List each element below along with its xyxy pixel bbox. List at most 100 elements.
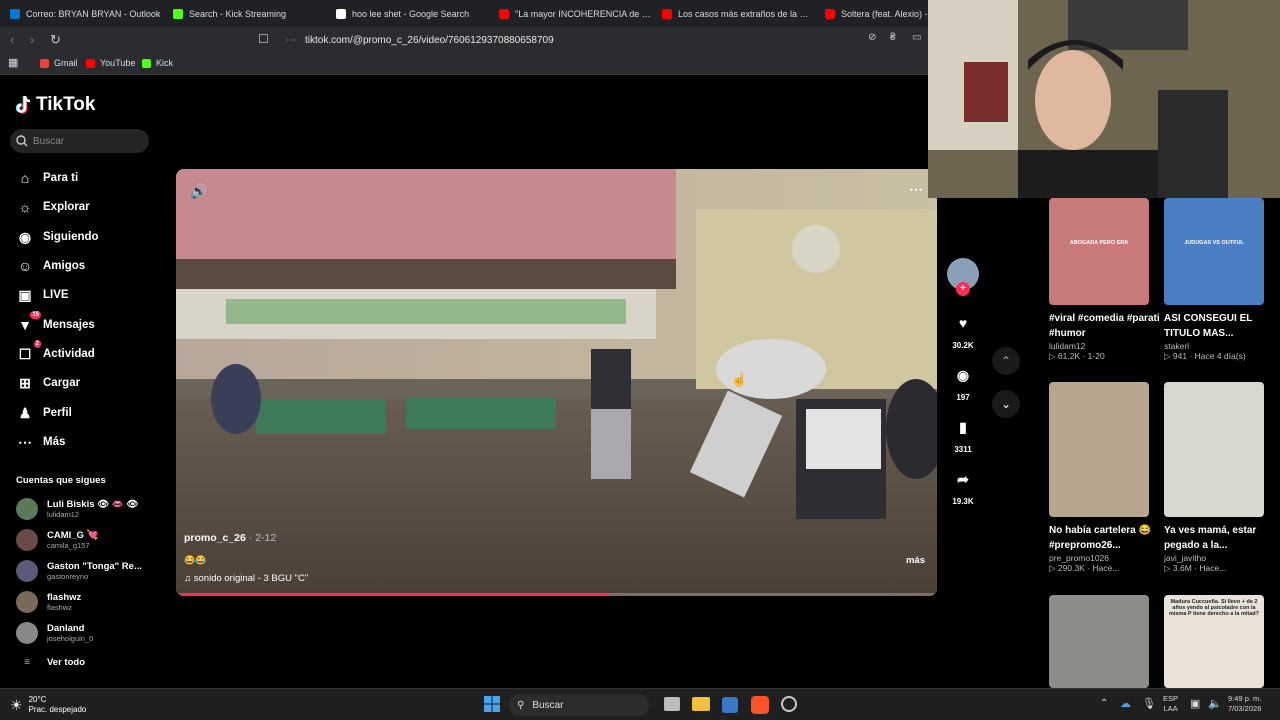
translate-icon[interactable]: ₴ xyxy=(890,32,896,43)
following-name: CAMI_G 💘 xyxy=(47,530,99,541)
browser-tab[interactable]: hoo lee shet - Google Search xyxy=(326,0,489,27)
clock-date: 7/03/2026 xyxy=(1228,704,1262,713)
recommendation-user[interactable]: lulidam12 xyxy=(1049,341,1161,351)
following-name: Gaston "Tonga" Re... xyxy=(47,561,142,572)
video-thumbnail[interactable] xyxy=(1164,382,1264,517)
weather-status: Prac. despejado xyxy=(28,705,87,714)
recommended-video[interactable]: JUDUGAS VS OUTFUL ASI CONSEGUI EL TITULO … xyxy=(1164,198,1276,362)
nav-item-more[interactable]: ⋯ Más xyxy=(16,433,65,451)
video-thumbnail[interactable]: Madura Cuccuefia. Si llevo + de 2 años y… xyxy=(1164,595,1264,688)
video-thumbnail[interactable]: ABOGADA PERO ERA xyxy=(1049,198,1149,305)
nav-item-live[interactable]: ▣ LIVE xyxy=(16,286,68,304)
weather-widget[interactable]: ☀ 20°C Prac. despejado xyxy=(10,695,86,715)
bookmark-kick[interactable]: Kick xyxy=(142,58,173,68)
following-item[interactable]: Luli Biskis 👁 👄 👁 lulidam12 xyxy=(16,498,138,520)
browser-tab[interactable]: Correo: BRYAN BRYAN - Outlook xyxy=(0,0,163,27)
nav-item-profile[interactable]: ♟ Perfil xyxy=(16,404,72,422)
nav-item-home[interactable]: ⌂ Para ti xyxy=(16,169,78,187)
following-item[interactable]: Gaston "Tonga" Re... gastonreyno xyxy=(16,560,142,582)
app-icon[interactable] xyxy=(781,696,797,712)
like-button[interactable]: ♥ 30.2K xyxy=(945,308,981,350)
bookmark-label: YouTube xyxy=(100,58,136,68)
nav-item-following-avatar[interactable]: ◉ Siguiendo xyxy=(16,228,99,246)
recommended-video[interactable]: Ya ves mamá, estar pegado a la... javi_ja… xyxy=(1164,382,1276,574)
bookmark-icon: ▮ xyxy=(959,418,967,435)
comment-button[interactable]: ◉ 197 xyxy=(945,360,981,403)
task-view-icon[interactable] xyxy=(664,697,680,711)
more-options-icon[interactable]: ⋯ xyxy=(909,181,923,198)
browser-tab[interactable]: Search - Kick Streaming xyxy=(163,0,326,27)
following-item[interactable]: CAMI_G 💘 camila_g157 xyxy=(16,529,98,551)
volume-icon[interactable]: 🔊 xyxy=(190,183,207,200)
share-button[interactable]: ➦ 19.3K xyxy=(945,464,981,507)
screen-icon[interactable]: ▭ xyxy=(912,32,921,43)
browser-tab[interactable]: "La mayor INCOHERENCIA de GOD xyxy=(489,0,652,27)
tiktok-logo[interactable]: TikTok xyxy=(16,94,95,116)
browser-tab[interactable]: Los casos más extraños de la CIA - Y xyxy=(652,0,815,27)
nav-item-compass[interactable]: ☼ Explorar xyxy=(16,198,90,216)
recommendation-user[interactable]: pre_promo1026 xyxy=(1049,553,1161,563)
previous-video-button[interactable]: ⌃ xyxy=(992,347,1020,375)
network-icon[interactable]: ▣ xyxy=(1190,697,1200,710)
video-sound[interactable]: ♫ sonido original - 3 BGU "C" xyxy=(184,573,308,584)
avatar xyxy=(16,529,38,551)
chevron-up-icon[interactable]: ⌃ xyxy=(1100,698,1108,709)
recommendation-user[interactable]: stakerl xyxy=(1164,341,1276,351)
windows-start-icon[interactable] xyxy=(483,695,501,713)
taskbar-search[interactable]: ⚲ Buscar xyxy=(509,694,649,716)
onedrive-icon[interactable]: ☁ xyxy=(1120,697,1131,710)
forward-icon[interactable]: › xyxy=(30,32,34,47)
apps-grid-icon[interactable]: ▦ xyxy=(8,56,18,69)
bookmark-youtube[interactable]: YouTube xyxy=(86,58,135,68)
shield-icon[interactable]: ⊘ xyxy=(868,32,876,43)
recommendation-user[interactable]: javi_javitho xyxy=(1164,553,1276,563)
profile-icon: ♟ xyxy=(18,404,32,421)
video-thumbnail[interactable]: JUDUGAS VS OUTFUL xyxy=(1164,198,1264,305)
tab-title: Correo: BRYAN BRYAN - Outlook xyxy=(26,8,161,19)
url-field[interactable]: ⋯ tiktok.com/@promo_c_26/video/760612937… xyxy=(280,29,930,51)
back-icon[interactable]: ‹ xyxy=(10,32,14,47)
following-item[interactable]: Danland joseholguin_0 xyxy=(16,622,93,644)
next-video-button[interactable]: ⌄ xyxy=(992,390,1020,418)
see-all-link[interactable]: ≡ Ver todo xyxy=(16,657,85,668)
video-author[interactable]: promo_c_26 · 2-12 xyxy=(184,532,276,544)
bookmark-gmail[interactable]: Gmail xyxy=(40,58,78,68)
bookmark-label: Kick xyxy=(156,58,174,68)
recommended-video[interactable]: ABOGADA PERO ERA #viral #comedia #parati … xyxy=(1049,198,1161,362)
nav-item-friends[interactable]: ☺ Amigos xyxy=(16,257,85,275)
clock[interactable]: 9:49 p. m. 7/03/2026 xyxy=(1228,694,1261,714)
search-input[interactable]: Buscar xyxy=(10,129,149,153)
nav-item-activity[interactable]: ☐ 2 Actividad xyxy=(16,340,95,363)
store-icon[interactable] xyxy=(722,697,738,713)
follow-plus-icon[interactable]: + xyxy=(956,282,970,296)
nav-label: Más xyxy=(43,436,66,448)
clock-time: 9:49 p. m. xyxy=(1228,694,1262,703)
site-info-icon[interactable]: ⋯ xyxy=(286,35,296,46)
author-avatar-button[interactable]: + xyxy=(945,258,981,296)
recommended-video[interactable]: Madura Cuccuefia. Si llevo + de 2 años y… xyxy=(1164,595,1264,688)
save-button[interactable]: ▮ 3311 xyxy=(945,412,981,455)
nav-label: Perfil xyxy=(43,407,72,419)
brand-name: TikTok xyxy=(36,94,96,115)
more-caption-link[interactable]: más xyxy=(906,555,925,566)
brave-browser-icon[interactable] xyxy=(751,696,769,714)
video-thumbnail[interactable] xyxy=(1049,382,1149,517)
recommended-video[interactable] xyxy=(1049,595,1149,688)
file-explorer-icon[interactable] xyxy=(692,697,710,711)
language-indicator[interactable]: ESP LAA xyxy=(1163,694,1178,714)
reload-icon[interactable]: ↻ xyxy=(50,32,61,48)
tab-title: hoo lee shet - Google Search xyxy=(352,8,470,19)
volume-icon[interactable]: 🔈 xyxy=(1208,697,1222,710)
recommended-video[interactable]: No había cartelera 😂#prepromo26... pre_pr… xyxy=(1049,382,1161,574)
temperature: 20°C xyxy=(28,695,47,704)
video-thumbnail[interactable] xyxy=(1049,595,1149,688)
microphone-icon[interactable]: 🎙 xyxy=(1142,697,1156,710)
video-caption: 😂😂 xyxy=(184,555,207,565)
bookmark-icon[interactable]: ☐ xyxy=(258,32,269,46)
avatar xyxy=(16,560,38,582)
nav-item-upload[interactable]: ⊞ Cargar xyxy=(16,374,80,392)
comment-icon: ◉ xyxy=(956,366,970,383)
nav-item-messages[interactable]: ▼ 15 Mensajes xyxy=(16,311,95,334)
following-item[interactable]: flashwz flashwz xyxy=(16,591,81,613)
video-player[interactable]: 🔊 ⋯ promo_c_26 · 2-12 😂😂 ♫ sonido origin… xyxy=(176,169,937,596)
